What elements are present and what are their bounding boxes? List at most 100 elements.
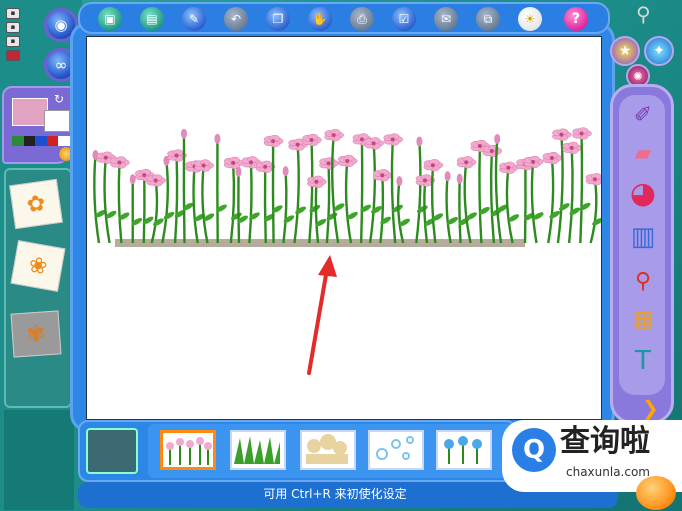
plant-icon: ❀ [26,252,50,280]
print-icon[interactable]: ⎙ [350,7,374,31]
flower-stem [282,171,288,244]
flower-stem [248,162,253,244]
stamp-grass[interactable] [230,430,286,470]
help-button[interactable]: ? [564,7,588,31]
secondary-color-swatch[interactable] [44,110,70,132]
palette-color-bar [12,136,70,146]
flower-stem [325,163,331,244]
palette-red[interactable] [46,136,59,146]
sunflower-icon: ✿ [25,190,47,218]
paint-bucket-tool[interactable]: ▥ [623,219,663,255]
watermark-title: 查询啦 [560,424,650,459]
flower-center [117,160,122,165]
palette-green[interactable] [12,136,24,146]
pin-tool[interactable]: ⚲ [623,263,663,299]
text-t-icon: T [635,346,651,376]
palette-blue[interactable] [35,136,47,146]
stamp-category-panel: ✿ ❀ ✾ [4,168,72,408]
flower-stem [458,178,462,244]
flower-center [371,141,376,146]
paintbrush-tool[interactable]: ✐ [623,97,663,133]
spray-tool[interactable]: ◕ [623,175,663,211]
undo-icon[interactable]: ↶ [224,7,248,31]
flower-center [506,165,511,170]
mini-button-1[interactable]: ▪ [6,8,20,19]
top-toolbar: ▣ ▤ ✎ ↶ ❐ ✋ ⎙ ☑ ✉ ⧉ ☀ ? [78,2,610,34]
stamp-press-icon[interactable] [86,428,138,474]
flower-center [295,142,300,147]
flower-bud [235,166,242,177]
stamp-bubbles[interactable] [368,430,424,470]
pointer-arrow [307,255,337,375]
stamp-sand-flowers[interactable] [300,430,356,470]
stamp-flowers-pink[interactable] [160,430,216,470]
idea-icon[interactable]: ☀ [518,7,542,31]
primary-color-swatch[interactable] [12,98,48,126]
flower-center [464,160,469,165]
flower-stem [150,180,159,244]
flower-stem [567,147,574,244]
next-page-arrow[interactable]: ❯ [642,396,659,420]
copy-icon[interactable]: ❐ [266,7,290,31]
flower-center [103,155,108,160]
flower-center [201,163,206,168]
mini-button-4[interactable] [6,50,20,61]
orange-ball-button[interactable] [636,476,676,510]
flower-stem [589,179,598,244]
eraser-tool[interactable]: ▰ [623,135,663,171]
flower-stem [368,143,377,244]
status-text: 可用 Ctrl+R 来初使化设定 [263,487,407,501]
mini-button-2[interactable]: ▪ [6,22,20,33]
flower-center [569,145,574,150]
flower-stem [415,141,422,244]
mini-button-3[interactable]: ▪ [6,36,20,47]
sparkle-icon: ✺ [633,69,643,83]
globe-button[interactable]: ✦ [644,36,674,66]
flower-stem [142,175,146,244]
palette-white[interactable] [58,136,70,146]
stamp-category-plants[interactable]: ❀ [10,240,66,292]
stamp-category-flowers[interactable]: ✿ [9,178,63,230]
stamp-flowers-blue[interactable] [436,430,492,470]
flower-leaf [371,206,382,214]
new-file-icon[interactable]: ▣ [98,7,122,31]
flower-bud [180,128,187,139]
flower-stem [293,144,300,244]
drawing-canvas[interactable] [86,36,602,420]
open-file-icon[interactable]: ▤ [140,7,164,31]
flower-stem [93,154,101,244]
star-button[interactable]: ★ [610,36,640,66]
flower-stem [314,181,320,244]
flower-center [248,160,253,165]
flower-center [489,149,494,154]
checklist-icon[interactable]: ☑ [392,7,416,31]
flower-bud [214,133,221,144]
stamp-flowers-blue-icon [444,436,482,464]
flower-center [359,137,364,142]
swap-colors-icon[interactable]: ↻ [54,92,64,106]
flower-leaf [549,210,561,219]
text-tool[interactable]: T [623,343,663,379]
flower-bud [396,176,403,187]
menu-icon: ◉ [54,16,68,34]
flower-stem [390,139,397,244]
save-file-icon[interactable]: ✎ [182,7,206,31]
flower-stem [331,135,340,244]
right-top-buttons: ★ ✦ ✺ [608,30,680,90]
star-icon: ★ [618,43,632,59]
pin-icon: ⚲ [634,268,652,294]
flower-stem [478,146,483,244]
flower-stem [271,141,275,244]
stamp-category-scenes[interactable]: ✾ [10,310,62,358]
flower-center [477,144,482,149]
flower-stem [556,134,564,244]
export-icon[interactable]: ⧉ [476,7,500,31]
palette-black[interactable] [23,136,36,146]
mini-button-column: ▪ ▪ ▪ [6,8,22,64]
stamp-tool-button[interactable]: ▦ [623,301,663,337]
flower-center [153,178,158,183]
flower-bud [416,136,423,147]
email-icon[interactable]: ✉ [434,7,458,31]
edit-icon[interactable]: ✋ [308,7,332,31]
flower-center [559,132,564,137]
